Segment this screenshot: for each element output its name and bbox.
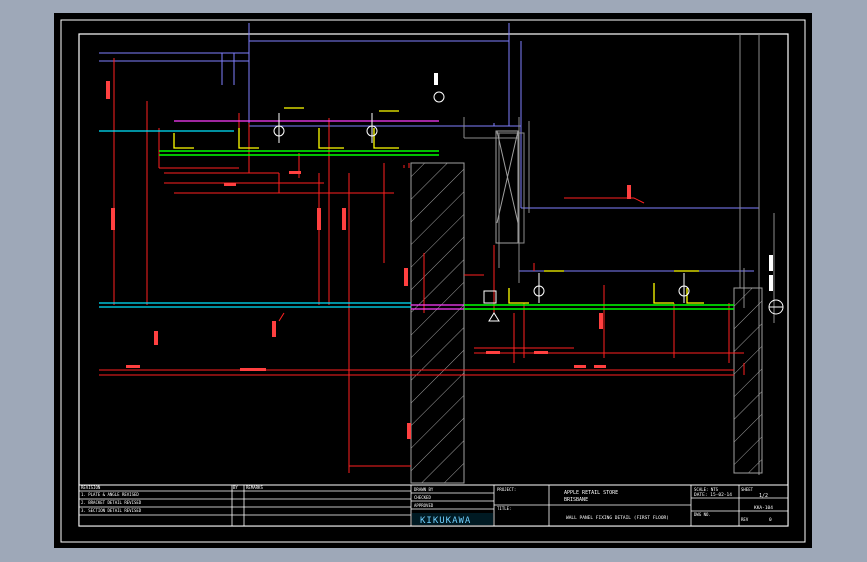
beam-line (99, 130, 411, 308)
title-block: REVISION BY REMARKS 1. PLATE & ANGLE REV… (78, 484, 789, 527)
revision-row: 3. SECTION DETAIL REVISED (81, 508, 142, 513)
drawn-by-label: DRAWN BY (414, 487, 434, 492)
rev-value: 0 (769, 517, 772, 523)
concrete-wall (410, 130, 763, 484)
checked-label: CHECKED (414, 495, 431, 500)
bracket-lower (508, 270, 704, 304)
rev-label: REV (741, 517, 749, 522)
grid-label-marks (434, 73, 773, 291)
project-label: PROJECT: (497, 487, 516, 492)
revision-header-remarks: REMARKS (246, 485, 263, 490)
sheet-label: SHEET (741, 487, 754, 492)
approved-label: APPROVED (414, 503, 434, 508)
scale-label: SCALE: NTS (694, 487, 719, 492)
revision-header-no: REVISION (81, 485, 101, 490)
bracket-upper (173, 107, 399, 149)
revision-row: 1. PLATE & ANGLE REVISED (81, 492, 139, 497)
drawing-title: WALL PANEL FIXING DETAIL (FIRST FLOOR) (566, 515, 669, 521)
company-logo: KIKUKAWA (420, 516, 471, 526)
title-label: TITLE: (497, 506, 511, 511)
grid-lines (463, 34, 775, 475)
revision-row: 2. BRACKET DETAIL REVISED (81, 500, 142, 505)
project-location: BRISBANE (564, 497, 588, 503)
date-value: DATE: 15-02-14 (694, 492, 732, 498)
revision-header-date: BY (233, 485, 238, 490)
sheet-value: 1/2 (759, 493, 768, 499)
dwg-no-label: DWG NO. (694, 512, 711, 517)
drawing-sheet: REVISION BY REMARKS 1. PLATE & ANGLE REV… (54, 13, 812, 548)
cad-drawing: REVISION BY REMARKS 1. PLATE & ANGLE REV… (60, 19, 806, 543)
project-name: APPLE RETAIL STORE (564, 490, 618, 496)
dwg-no-value: KKA-104 (754, 505, 773, 511)
